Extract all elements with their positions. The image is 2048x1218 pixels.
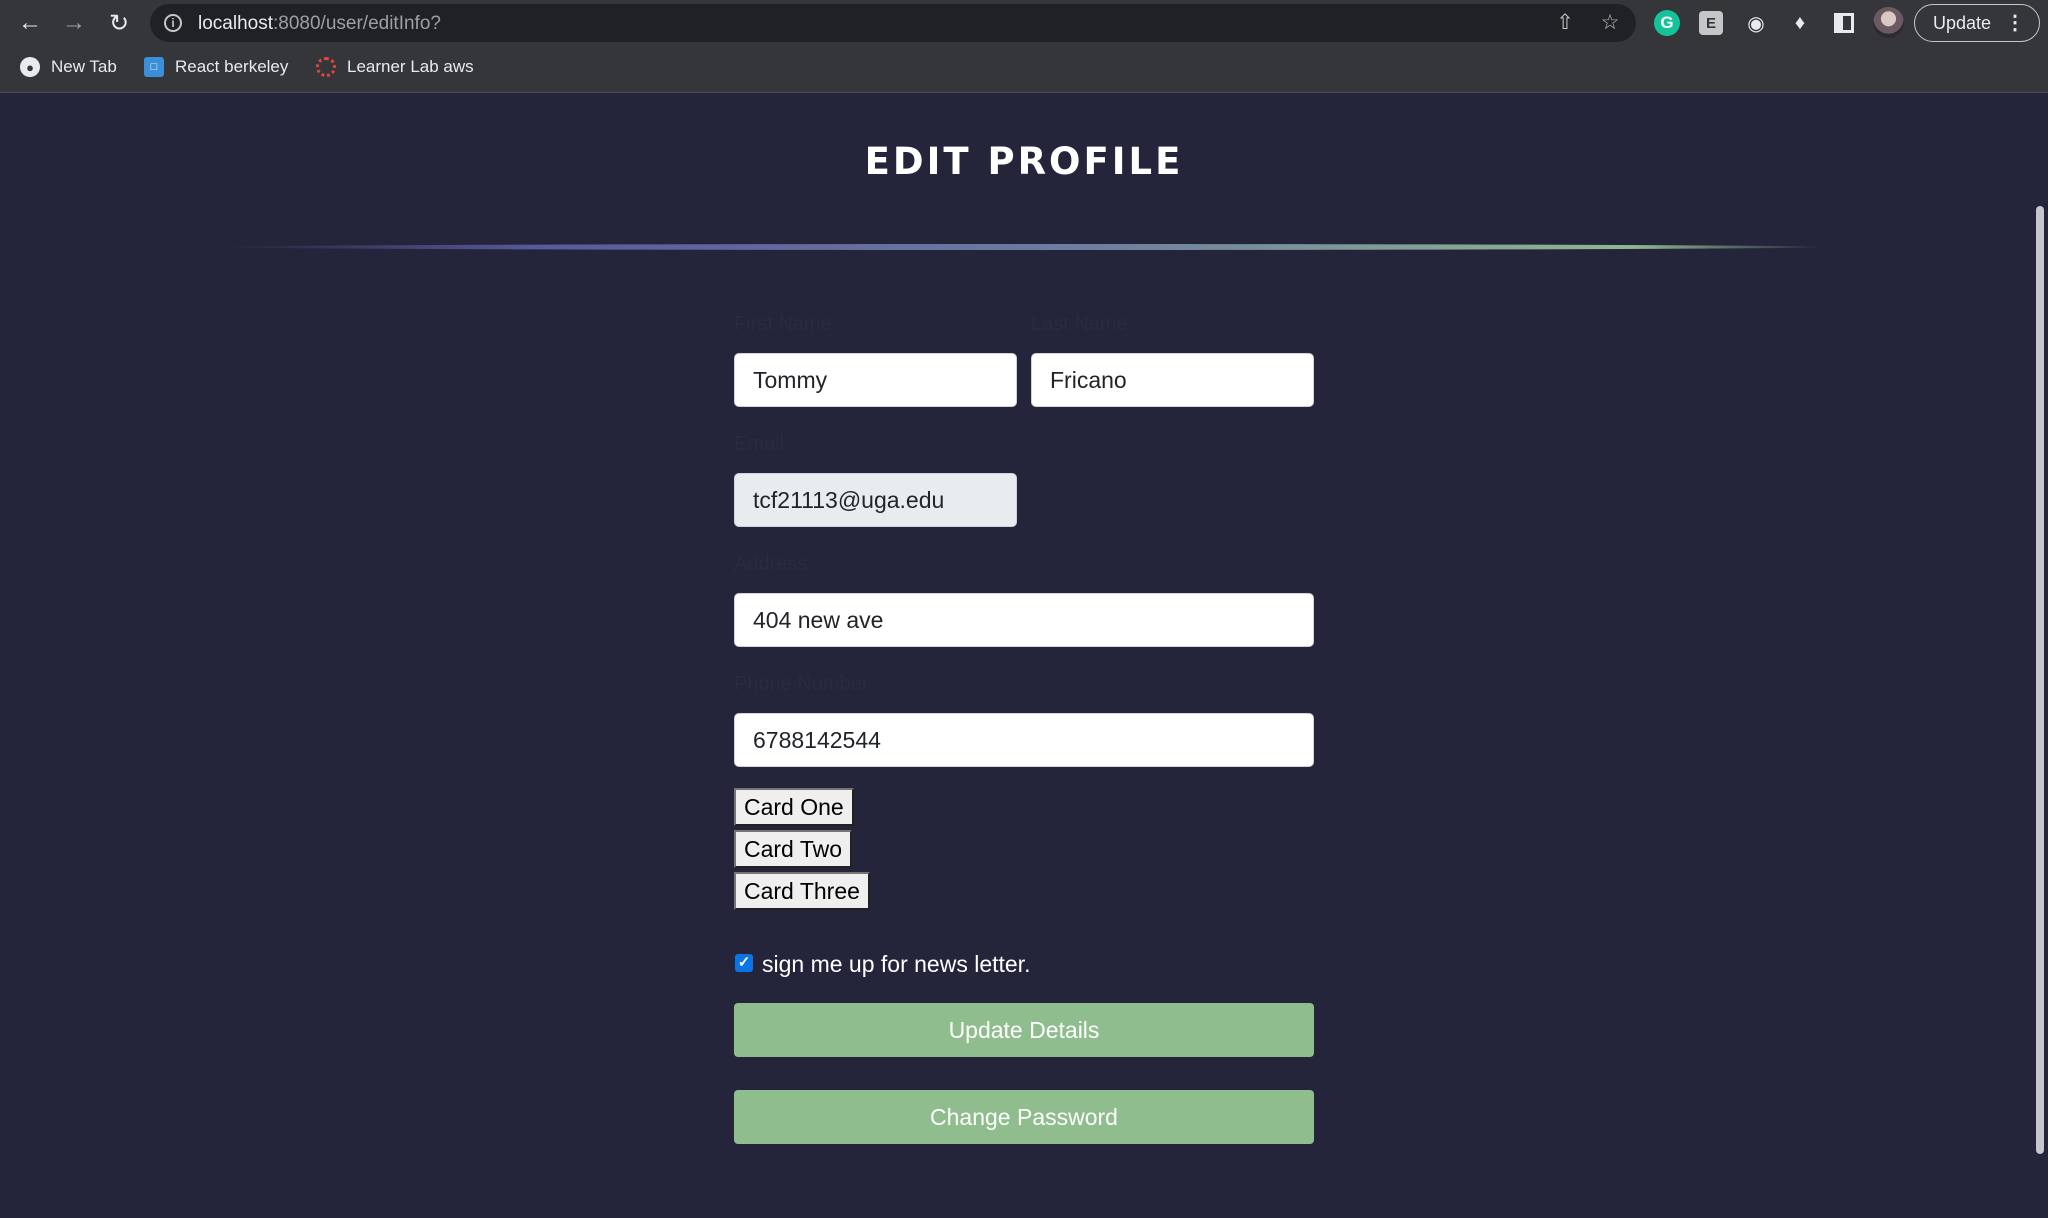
bookmark-star-icon[interactable]: ☆ (1597, 10, 1623, 36)
browser-toolbar: ← → ↻ i localhost:8080/user/editInfo? ⇧ … (0, 0, 2048, 46)
change-password-button[interactable]: Change Password (734, 1090, 1314, 1144)
browser-update-button[interactable]: Update ⋮ (1914, 4, 2040, 42)
gradient-divider (222, 244, 1826, 250)
screenshot-extension-icon[interactable]: ◉ (1742, 9, 1770, 37)
monitor-icon: □ (144, 57, 164, 77)
update-details-button[interactable]: Update Details (734, 1003, 1314, 1057)
bookmark-label: Learner Lab aws (347, 57, 474, 76)
reload-icon[interactable]: ↻ (103, 7, 135, 39)
menu-dots-icon[interactable]: ⋮ (2005, 5, 2025, 41)
share-icon[interactable]: ⇧ (1552, 10, 1578, 36)
card-two-button[interactable]: Card Two (734, 830, 853, 868)
bookmark-new-tab[interactable]: ● New Tab (20, 54, 117, 80)
bookmarks-bar: ● New Tab □ React berkeley Learner Lab a… (0, 50, 2048, 84)
page-title: EDIT PROFILE (864, 140, 1184, 183)
aws-icon (316, 57, 336, 77)
site-info-icon[interactable]: i (164, 14, 182, 32)
extensions-puzzle-icon[interactable]: ♦ (1786, 9, 1814, 37)
profile-avatar[interactable] (1873, 7, 1904, 38)
evernote-extension-icon[interactable]: E (1699, 11, 1723, 35)
phone-label: Phone Number (734, 673, 869, 695)
url-text[interactable]: localhost:8080/user/editInfo? (198, 13, 441, 35)
address-input[interactable] (734, 593, 1314, 647)
card-one-button[interactable]: Card One (734, 788, 854, 826)
bookmark-label: React berkeley (175, 57, 289, 76)
phone-input[interactable] (734, 713, 1314, 767)
last-name-label: Last Name (1031, 313, 1128, 335)
bookmark-label: New Tab (51, 57, 117, 76)
newsletter-label[interactable]: sign me up for news letter. (762, 951, 1030, 978)
last-name-input[interactable] (1031, 353, 1314, 407)
bookmark-react-berkeley[interactable]: □ React berkeley (144, 54, 288, 80)
email-label: Email (734, 433, 785, 455)
side-panel-icon[interactable] (1834, 13, 1854, 33)
email-input (734, 473, 1017, 527)
grammarly-extension-icon[interactable]: G (1654, 10, 1680, 36)
url-host: localhost (198, 13, 273, 34)
bookmark-learner-lab-aws[interactable]: Learner Lab aws (316, 54, 474, 80)
forward-icon[interactable]: → (58, 7, 90, 39)
scrollbar-thumb[interactable] (2036, 206, 2044, 1154)
first-name-input[interactable] (734, 353, 1017, 407)
address-bar[interactable]: i localhost:8080/user/editInfo? ⇧ ☆ (150, 4, 1636, 42)
back-icon[interactable]: ← (14, 7, 46, 39)
address-label: Address (734, 553, 808, 575)
update-label: Update (1933, 13, 1992, 33)
newsletter-checkbox[interactable]: ✓ (735, 954, 753, 972)
url-path: :8080/user/editInfo? (273, 13, 441, 34)
browser-chrome: ← → ↻ i localhost:8080/user/editInfo? ⇧ … (0, 0, 2048, 93)
globe-icon: ● (20, 57, 40, 77)
first-name-label: First Name (734, 313, 832, 335)
card-three-button[interactable]: Card Three (734, 872, 870, 910)
